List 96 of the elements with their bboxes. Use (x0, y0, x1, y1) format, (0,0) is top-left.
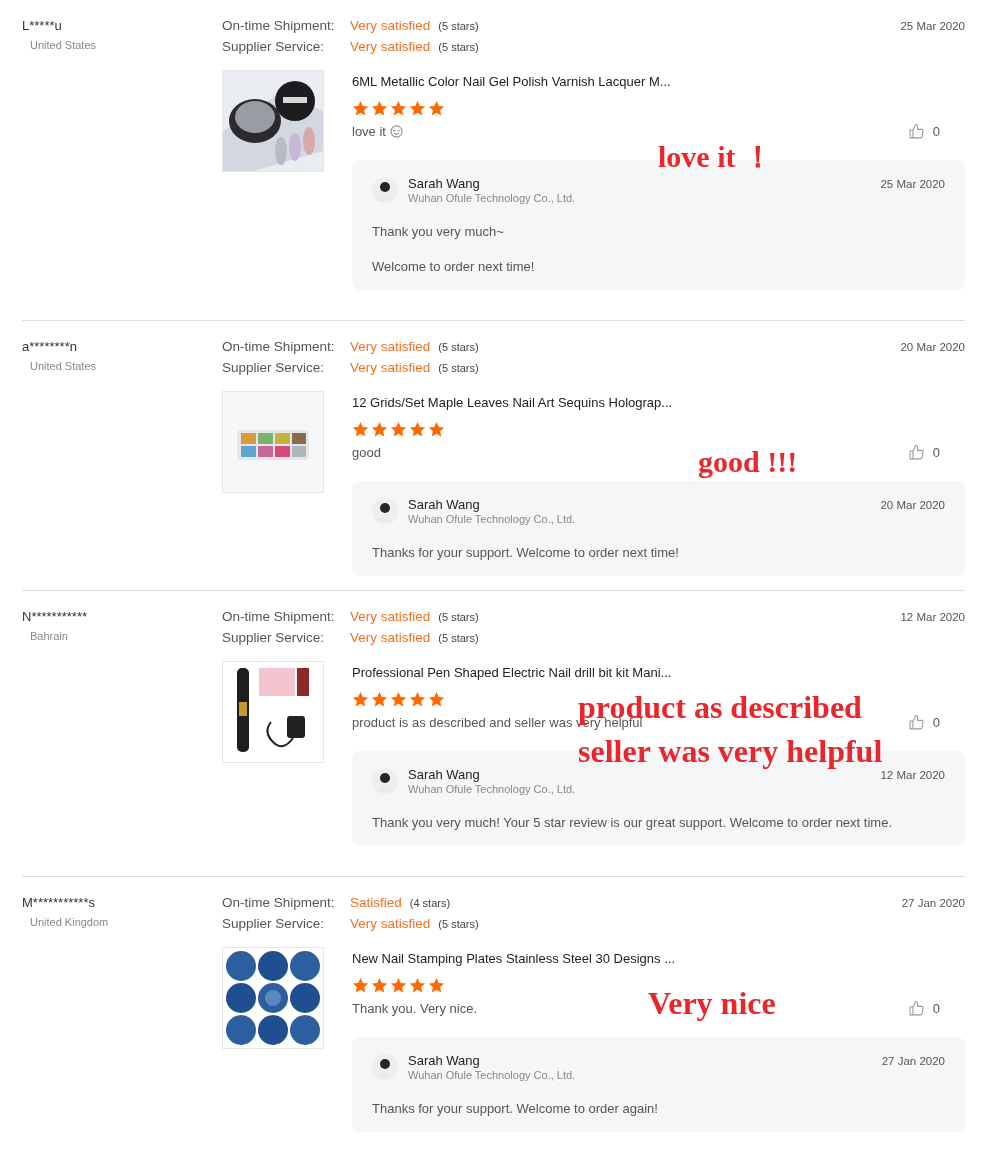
reviewer-country: United States (29, 39, 97, 51)
reply-date: 25 Mar 2020 (880, 178, 945, 190)
star-icon (409, 421, 426, 438)
like-count: 0 (932, 715, 940, 730)
annotation-text: seller was very helpful (578, 735, 883, 767)
reviewer-name: L*****u (22, 18, 62, 33)
review-comment: Thank you. Very nice. (352, 1001, 477, 1016)
annotation-text: love it ！ (658, 142, 773, 172)
star-icon (390, 977, 407, 994)
seller-company: Wuhan Ofule Technology Co., Ltd. (408, 192, 576, 204)
reply-date: 27 Jan 2020 (881, 1055, 945, 1067)
avatar-icon (372, 768, 398, 794)
rating-label: On-time Shipment: (222, 18, 336, 33)
star-icon (371, 100, 388, 117)
rating-label: Supplier Service: (222, 360, 326, 375)
star-icon (428, 100, 445, 117)
avatar-icon (372, 498, 398, 524)
reviewer-country: United Kingdom (29, 916, 109, 928)
annotation-text: Very nice (648, 987, 776, 1019)
review-comment: good (352, 445, 381, 460)
star-icon (428, 977, 445, 994)
star-icon (352, 691, 369, 708)
rating-verdict: Very satisfied (350, 609, 431, 624)
rating-label: Supplier Service: (222, 39, 326, 54)
reviewer-name: a********n (22, 339, 77, 354)
seller-name: Sarah Wang (408, 767, 481, 782)
rating-stars-text: (5 stars) (438, 41, 479, 53)
reply-text: Thank you very much~ (372, 224, 505, 239)
star-icon (409, 977, 426, 994)
rating-stars-text: (5 stars) (438, 362, 479, 374)
rating-verdict: Very satisfied (350, 630, 431, 645)
star-icon (428, 421, 445, 438)
star-icon (352, 977, 369, 994)
avatar-icon (372, 177, 398, 203)
seller-company: Wuhan Ofule Technology Co., Ltd. (408, 513, 576, 525)
star-icon (390, 691, 407, 708)
reviewer-country: Bahrain (29, 630, 68, 642)
star-icon (390, 421, 407, 438)
product-title[interactable]: New Nail Stamping Plates Stainless Steel 30 Designs ... (352, 951, 965, 966)
rating-stars-text: (5 stars) (438, 632, 479, 644)
rating-verdict: Very satisfied (350, 339, 431, 354)
rating-stars-text: (4 stars) (409, 897, 451, 909)
star-icon (409, 691, 426, 708)
rating-stars-text: (5 stars) (438, 918, 479, 930)
rating-verdict: Very satisfied (350, 39, 431, 54)
rating-label: Supplier Service: (222, 630, 326, 645)
star-icon (352, 421, 369, 438)
star-icon (371, 421, 388, 438)
rating-stars-text: (5 stars) (438, 341, 479, 353)
thumbs-up-icon[interactable] (907, 123, 925, 140)
rating-stars-text: (5 stars) (438, 20, 479, 32)
like-count: 0 (932, 445, 940, 460)
seller-company: Wuhan Ofule Technology Co., Ltd. (408, 783, 576, 795)
thumbs-up-icon[interactable] (907, 714, 925, 731)
reply-text: Thanks for your support. Welcome to order next time! (372, 545, 680, 560)
avatar-icon (372, 1054, 398, 1080)
rating-verdict: Very satisfied (350, 360, 431, 375)
rating-label: On-time Shipment: (222, 895, 336, 910)
reply-date: 20 Mar 2020 (880, 499, 945, 511)
rating-label: On-time Shipment: (222, 609, 336, 624)
reviewer-name: N*********** (22, 609, 88, 624)
rating-verdict: Very satisfied (350, 916, 431, 931)
review-date: 20 Mar 2020 (900, 341, 965, 353)
product-title[interactable]: 12 Grids/Set Maple Leaves Nail Art Sequins Holograp... (352, 395, 965, 410)
review-comment: love it (352, 124, 403, 139)
reviewer-name: M***********s (22, 895, 95, 910)
seller-company: Wuhan Ofule Technology Co., Ltd. (408, 1069, 576, 1081)
review-date: 25 Mar 2020 (900, 20, 965, 32)
star-icon (371, 977, 388, 994)
thumbs-up-icon[interactable] (907, 444, 925, 461)
reply-text: Thank you very much! Your 5 star review is our great support. Welcome to order next time. (372, 815, 893, 830)
like-count: 0 (932, 124, 940, 139)
reply-date: 12 Mar 2020 (880, 769, 945, 781)
reply-text: Welcome to order next time! (372, 259, 536, 274)
product-title[interactable]: 6ML Metallic Color Nail Gel Polish Varnish Lacquer M... (352, 74, 965, 89)
rating-label: On-time Shipment: (222, 339, 336, 354)
rating-label: Supplier Service: (222, 916, 326, 931)
annotation-text: good !!! (698, 447, 798, 477)
reply-text: Thanks for your support. Welcome to order again! (372, 1101, 659, 1116)
review-date: 27 Jan 2020 (901, 897, 965, 909)
star-icon (390, 100, 407, 117)
rating-verdict: Very satisfied (350, 18, 431, 33)
star-icon (428, 691, 445, 708)
rating-stars-text: (5 stars) (438, 611, 479, 623)
review-date: 12 Mar 2020 (900, 611, 965, 623)
product-title[interactable]: Professional Pen Shaped Electric Nail drill bit kit Mani... (352, 665, 965, 680)
seller-name: Sarah Wang (408, 176, 481, 191)
seller-name: Sarah Wang (408, 1053, 481, 1068)
thumbs-up-icon[interactable] (907, 1000, 925, 1017)
seller-name: Sarah Wang (408, 497, 481, 512)
rating-verdict: Satisfied (350, 895, 402, 910)
like-count: 0 (932, 1001, 940, 1016)
star-icon (371, 691, 388, 708)
star-icon (352, 100, 369, 117)
reviewer-country: United States (29, 360, 97, 372)
star-icon (409, 100, 426, 117)
